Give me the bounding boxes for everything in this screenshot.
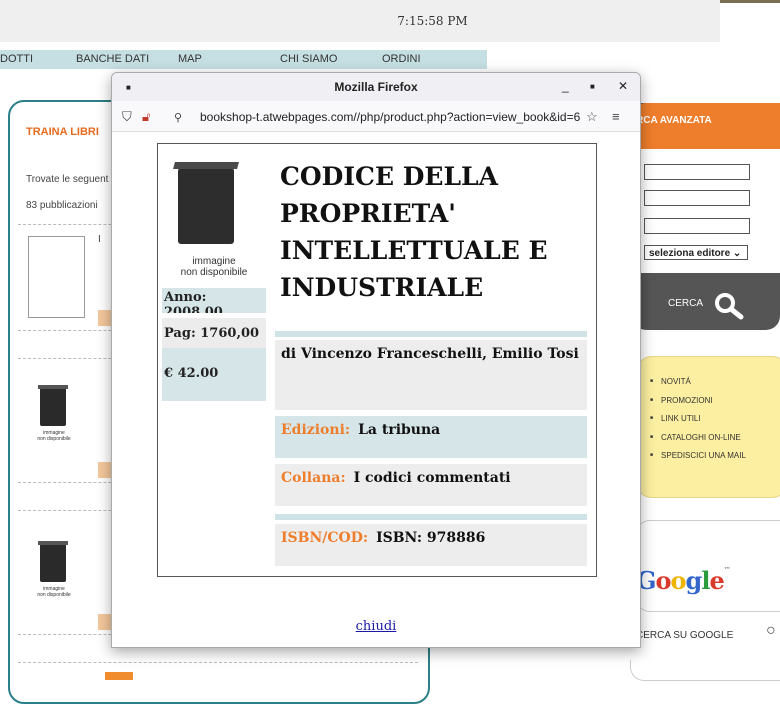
shield-icon[interactable]: ⛉ (122, 109, 132, 125)
nav-banche-dati[interactable]: BANCHE DATI (76, 53, 149, 65)
firefox-popup: Mozilla Firefox ■ _ ■ ✕ ⛉ 🔓︎ ⚲ bookshop-… (111, 72, 641, 648)
links-list: NOVITÁ PROMOZIONI LINK UTILI CATALOGHI O… (650, 372, 746, 465)
book-icon (38, 541, 68, 582)
minimize-icon[interactable]: _ (562, 79, 569, 93)
thumbnail-caption: immagine non disponibile (37, 586, 71, 598)
advanced-search-header (632, 103, 780, 149)
results-count: 83 pubblicazioni (26, 200, 98, 211)
divider-strip (275, 514, 587, 520)
menu-icon[interactable]: ≡ (612, 109, 620, 124)
link-promozioni[interactable]: PROMOZIONI (650, 391, 746, 410)
row-accent (98, 310, 112, 326)
collana-value: I codici commentati (353, 470, 511, 486)
book-cover (172, 158, 240, 250)
insecure-lock-icon[interactable]: 🔓︎ (142, 109, 150, 125)
window-title: Mozilla Firefox (112, 73, 640, 101)
search-field-1[interactable] (644, 164, 750, 180)
link-cataloghi[interactable]: CATALOGHI ON-LINE (650, 428, 746, 447)
close-icon[interactable]: ✕ (618, 79, 628, 93)
clock: 7:15:58 PM (397, 14, 468, 28)
link-utili[interactable]: LINK UTILI (650, 409, 746, 428)
nav-chi-siamo[interactable]: CHI SIAMO (280, 53, 337, 65)
google-search-label: CERCA SU GOOGLE (636, 630, 734, 641)
collana-label: Collana: (281, 470, 346, 486)
row-accent (98, 614, 112, 630)
maximize-icon[interactable]: ■ (590, 82, 595, 91)
search-field-2[interactable] (644, 190, 750, 206)
advanced-search-title: RCA AVANZATA (636, 115, 712, 126)
row-accent (98, 462, 112, 478)
section-title: TRAINA LIBRI (26, 126, 99, 138)
editor-select[interactable]: seleziona editore ⌄ (644, 245, 748, 260)
nav-prodotti[interactable]: DOTTI (0, 53, 33, 65)
header-photo (720, 0, 780, 3)
permissions-icon[interactable]: ⚲ (174, 111, 182, 124)
divider (18, 662, 418, 663)
cover-caption: immagine non disponibile (180, 256, 248, 278)
search-icon[interactable] (712, 290, 748, 320)
isbn-row: ISBN/COD: ISBN: 978886 (275, 524, 587, 566)
google-search-icon[interactable]: ○ (766, 622, 776, 640)
google-logo: Google™ (636, 566, 731, 595)
divider-strip (275, 331, 587, 337)
search-button-label[interactable]: CERCA (668, 298, 703, 309)
book-detail: immagine non disponibile Anno: 2008,00 P… (157, 143, 597, 577)
pages: Pag: 1760,00 (164, 326, 260, 341)
link-novita[interactable]: NOVITÁ (650, 372, 746, 391)
bookmark-star-icon[interactable]: ☆ (586, 109, 598, 125)
close-link[interactable]: chiudi (112, 619, 640, 634)
link-mail[interactable]: SPEDISCICI UNA MAIL (650, 446, 746, 465)
price: € 42.00 (164, 366, 219, 381)
edizioni-row: Edizioni: La tribuna (275, 416, 587, 458)
nav-ordini[interactable]: ORDINI (382, 53, 421, 65)
edizioni-value: La tribuna (358, 422, 441, 438)
row-marker: I (98, 234, 101, 245)
book-icon (38, 385, 68, 426)
arrow-icon[interactable] (105, 672, 133, 680)
isbn-value: ISBN: 978886 (376, 530, 486, 546)
search-field-3[interactable] (644, 218, 750, 234)
authors-row: di Vincenzo Franceschelli, Emilio Tosi (275, 340, 587, 410)
book-icon (178, 168, 234, 244)
url-text[interactable]: bookshop-t.atwebpages.com//php/product.p… (200, 110, 580, 124)
book-thumbnail[interactable]: immagine non disponibile (32, 540, 76, 612)
nav-map[interactable]: MAP (178, 53, 202, 65)
google-search-panel (630, 660, 780, 681)
collana-row: Collana: I codici commentati (275, 464, 587, 506)
editor-select-label: seleziona editore (649, 248, 731, 259)
edizioni-label: Edizioni: (281, 422, 351, 438)
authors: di Vincenzo Franceschelli, Emilio Tosi (281, 346, 579, 362)
results-intro: Trovate le seguent (26, 174, 109, 185)
thumbnail-caption: immagine non disponibile (37, 430, 71, 442)
thumbnail-placeholder[interactable] (28, 236, 85, 318)
isbn-label: ISBN/COD: (281, 530, 369, 546)
book-thumbnail[interactable]: immagine non disponibile (32, 384, 76, 456)
book-title: CODICE DELLA PROPRIETA' INTELLETTUALE E … (280, 162, 548, 302)
window-menu-icon[interactable]: ■ (126, 83, 131, 92)
